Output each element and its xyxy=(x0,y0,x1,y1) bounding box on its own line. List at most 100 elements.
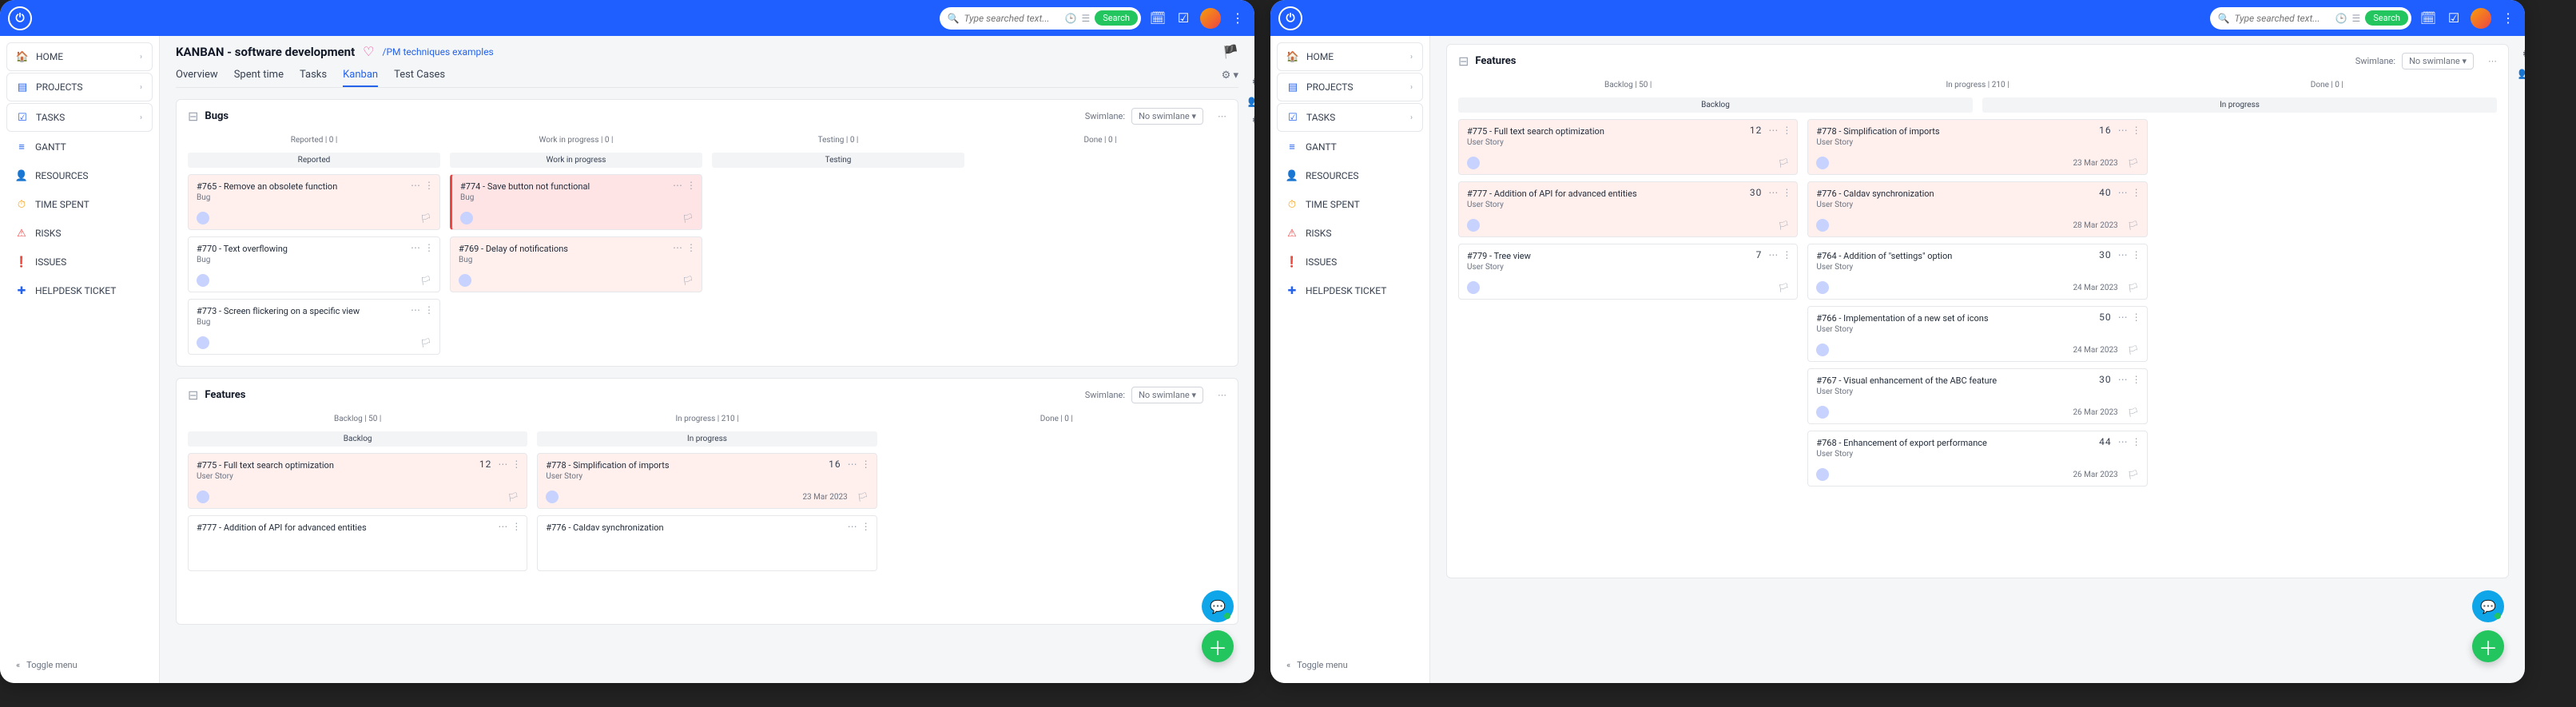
chat-fab[interactable]: 💬 xyxy=(2472,590,2504,622)
filter-icon[interactable]: ☰ xyxy=(1081,13,1090,24)
kanban-card[interactable]: #775 - Full text search optimizationUser… xyxy=(1458,119,1798,175)
flag-icon[interactable]: 🏳 xyxy=(682,213,694,224)
gear-icon[interactable]: ⚙ xyxy=(1251,76,1254,89)
app-logo[interactable]: ⏻ xyxy=(8,6,32,30)
assignee-avatar[interactable] xyxy=(1816,281,1829,294)
app-logo[interactable]: ⏻ xyxy=(1278,6,1302,30)
kanban-card[interactable]: #770 - Text overflowingBug⋯ ⋮🏳 xyxy=(188,236,440,292)
card-more-icon[interactable]: 30⋯ ⋮ xyxy=(2099,249,2142,260)
toggle-menu[interactable]: «Toggle menu xyxy=(1277,653,1423,677)
card-more-icon[interactable]: 40⋯ ⋮ xyxy=(2099,187,2142,198)
sidebar-item-projects[interactable]: ▤PROJECTS› xyxy=(6,73,153,101)
avatar[interactable] xyxy=(2471,8,2491,29)
tab-overview[interactable]: Overview xyxy=(176,64,218,87)
sidebar-item-risks[interactable]: ⚠RISKS xyxy=(6,220,153,247)
sidebar-item-resources[interactable]: 👤RESOURCES xyxy=(6,162,153,189)
kanban-card[interactable]: #773 - Screen flickering on a specific v… xyxy=(188,299,440,355)
kanban-card[interactable]: #767 - Visual enhancement of the ABC fea… xyxy=(1807,368,2147,424)
swimlane-select[interactable]: No swimlane ▾ xyxy=(2402,53,2474,70)
collapse-icon[interactable]: ⊟ xyxy=(188,109,198,124)
assignee-avatar[interactable] xyxy=(1816,406,1829,419)
flag-icon[interactable]: 🏳 xyxy=(2128,345,2139,355)
assignee-avatar[interactable] xyxy=(459,274,471,287)
card-more-icon[interactable]: ⋯ ⋮ xyxy=(673,180,697,191)
calendar-icon[interactable]: 🗓 xyxy=(2419,10,2437,27)
filter-icon[interactable]: ☰ xyxy=(2351,13,2360,24)
flag-icon[interactable]: 🏳 xyxy=(507,492,519,502)
section-more-icon[interactable]: ⋯ xyxy=(1218,390,1226,400)
kanban-card[interactable]: #778 - Simplification of importsUser Sto… xyxy=(537,453,877,509)
assignee-avatar[interactable] xyxy=(1467,281,1480,294)
sidebar-item-helpdesk-ticket[interactable]: ✚HELPDESK TICKET xyxy=(6,277,153,304)
assignee-avatar[interactable] xyxy=(197,274,209,287)
card-more-icon[interactable]: ⋯ ⋮ xyxy=(411,242,435,253)
more-icon[interactable]: ⋮ xyxy=(2499,10,2517,27)
kanban-card[interactable]: #777 - Addition of API for advanced enti… xyxy=(188,515,527,571)
card-more-icon[interactable]: 30⋯ ⋮ xyxy=(2099,374,2142,385)
settings-icon[interactable]: ⚙ xyxy=(1251,114,1254,127)
assignee-avatar[interactable] xyxy=(1816,219,1829,232)
sidebar-item-gantt[interactable]: ≡GANTT xyxy=(1277,133,1423,161)
kanban-card[interactable]: #769 - Delay of notificationsBug⋯ ⋮🏳 xyxy=(450,236,702,292)
card-more-icon[interactable]: 7⋯ ⋮ xyxy=(1756,249,1793,260)
card-more-icon[interactable]: ⋯ ⋮ xyxy=(411,304,435,316)
flag-icon[interactable]: 🏳 xyxy=(682,276,694,286)
search-button[interactable]: Search xyxy=(1095,10,1138,26)
kanban-card[interactable]: #776 - Caldav synchronizationUser Story4… xyxy=(1807,181,2147,237)
flag-icon[interactable]: 🏳 xyxy=(2128,407,2139,418)
section-more-icon[interactable]: ⋯ xyxy=(1218,111,1226,121)
sidebar-item-home[interactable]: 🏠HOME› xyxy=(1277,42,1423,71)
kanban-card[interactable]: #768 - Enhancement of export performance… xyxy=(1807,431,2147,487)
sidebar-item-time-spent[interactable]: ⏱TIME SPENT xyxy=(6,191,153,218)
calendar-icon[interactable]: 🗓 xyxy=(1149,10,1167,27)
flag-icon[interactable]: 🏳 xyxy=(1778,158,1789,169)
flag-icon[interactable]: 🏳 xyxy=(2128,220,2139,231)
tasks-icon[interactable]: ☑ xyxy=(1175,10,1192,27)
card-more-icon[interactable]: ⋯ ⋮ xyxy=(498,521,522,532)
flag-icon[interactable]: 🏳 xyxy=(2128,470,2139,480)
card-more-icon[interactable]: ⋯ ⋮ xyxy=(673,242,697,253)
tab-test-cases[interactable]: Test Cases xyxy=(394,64,445,87)
swimlane-select[interactable]: No swimlane ▾ xyxy=(1131,387,1203,403)
kanban-card[interactable]: #765 - Remove an obsolete functionBug⋯ ⋮… xyxy=(188,174,440,230)
flag-icon[interactable]: 🏳 xyxy=(420,213,431,224)
chat-fab[interactable]: 💬 xyxy=(1202,590,1234,622)
sidebar-item-tasks[interactable]: ☑TASKS› xyxy=(6,103,153,132)
avatar[interactable] xyxy=(1200,8,1221,29)
assignee-avatar[interactable] xyxy=(1467,219,1480,232)
gear-icon[interactable]: ⚙ xyxy=(2522,48,2525,61)
clock-icon[interactable]: 🕒 xyxy=(1064,13,1076,24)
more-icon[interactable]: ⋮ xyxy=(1229,10,1246,27)
assignee-avatar[interactable] xyxy=(197,491,209,503)
collapse-icon[interactable]: ⊟ xyxy=(1458,54,1469,69)
tab-spent-time[interactable]: Spent time xyxy=(234,64,284,87)
flag-icon[interactable]: 🏳 xyxy=(857,492,869,502)
flag-icon[interactable]: 🏴 xyxy=(1222,44,1238,59)
kanban-card[interactable]: #778 - Simplification of importsUser Sto… xyxy=(1807,119,2147,175)
flag-icon[interactable]: 🏳 xyxy=(2128,283,2139,293)
search-button[interactable]: Search xyxy=(2365,10,2408,26)
flag-icon[interactable]: 🏳 xyxy=(1778,220,1789,231)
clock-icon[interactable]: 🕒 xyxy=(2335,13,2347,24)
card-more-icon[interactable]: 50⋯ ⋮ xyxy=(2099,312,2142,323)
sidebar-item-projects[interactable]: ▤PROJECTS› xyxy=(1277,73,1423,101)
assignee-avatar[interactable] xyxy=(1816,157,1829,169)
kanban-card[interactable]: #777 - Addition of API for advanced enti… xyxy=(1458,181,1798,237)
flag-icon[interactable]: 🏳 xyxy=(420,276,431,286)
add-fab[interactable]: ＋ xyxy=(1202,630,1234,662)
tasks-icon[interactable]: ☑ xyxy=(2445,10,2463,27)
sidebar-item-resources[interactable]: 👤RESOURCES xyxy=(1277,162,1423,189)
collapse-icon[interactable]: ⊟ xyxy=(188,387,198,403)
people-icon[interactable]: 👥 xyxy=(1248,95,1254,108)
assignee-avatar[interactable] xyxy=(460,212,473,224)
sidebar-item-gantt[interactable]: ≡GANTT xyxy=(6,133,153,161)
search-input[interactable] xyxy=(964,13,1059,24)
card-more-icon[interactable]: 44⋯ ⋮ xyxy=(2099,436,2142,447)
assignee-avatar[interactable] xyxy=(197,336,209,349)
assignee-avatar[interactable] xyxy=(1816,468,1829,481)
card-more-icon[interactable]: 30⋯ ⋮ xyxy=(1750,187,1793,198)
card-more-icon[interactable]: 12⋯ ⋮ xyxy=(1750,125,1793,136)
flag-icon[interactable]: 🏳 xyxy=(2128,158,2139,169)
kanban-card[interactable]: #766 - Implementation of a new set of ic… xyxy=(1807,306,2147,362)
assignee-avatar[interactable] xyxy=(546,491,559,503)
